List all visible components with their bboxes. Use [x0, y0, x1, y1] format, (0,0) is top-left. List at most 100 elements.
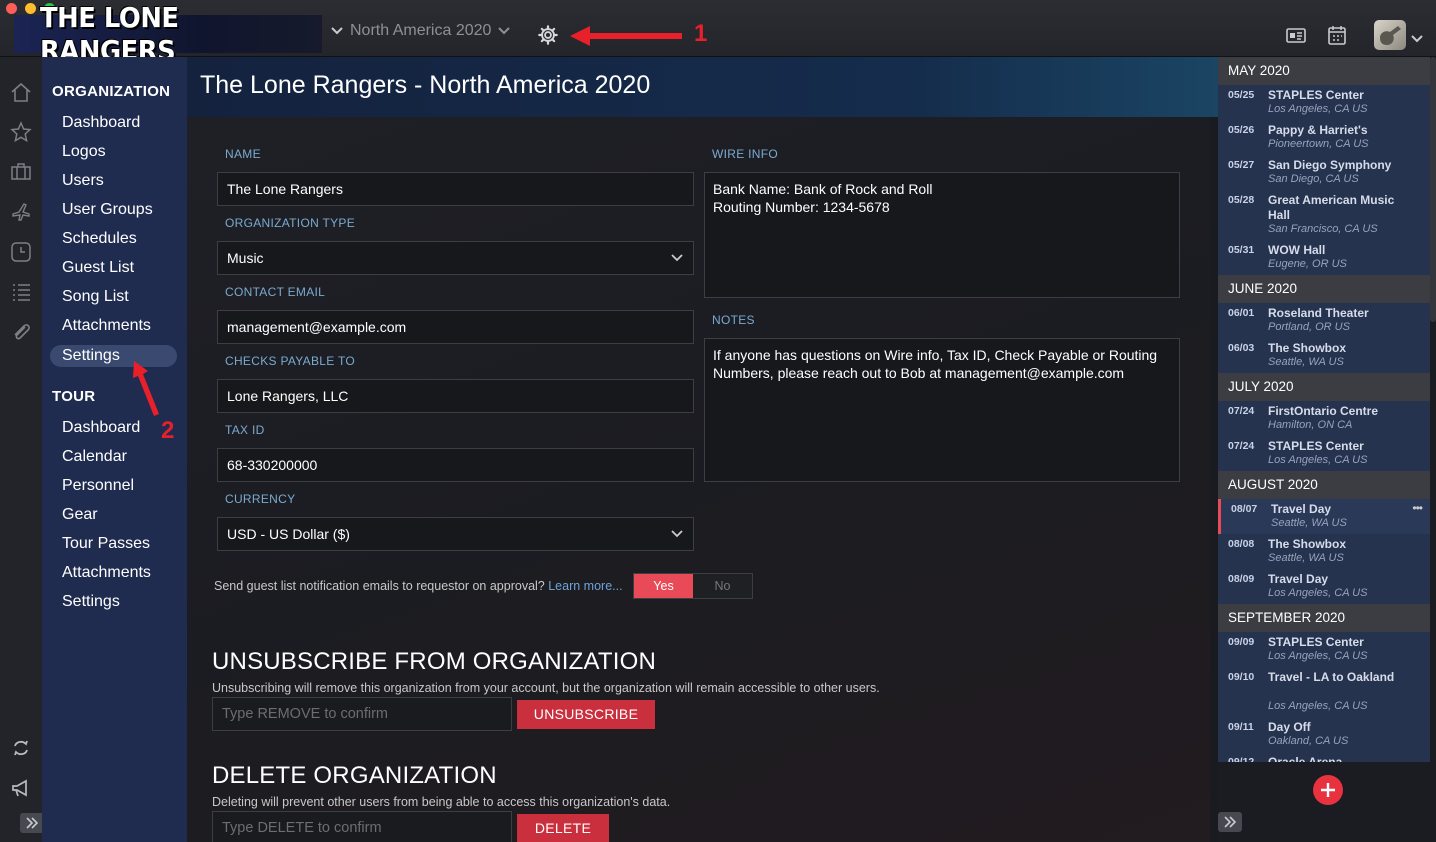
- toggle-yes-button[interactable]: Yes: [634, 574, 693, 598]
- nav-org-logos[interactable]: Logos: [62, 143, 106, 161]
- event-name: Roseland Theater: [1268, 306, 1369, 320]
- nav-org-schedules[interactable]: Schedules: [62, 230, 137, 248]
- add-event-button[interactable]: [1313, 775, 1343, 805]
- schedule-list: MAY 2020 05/25 STAPLES Center Los Angeles, …: [1218, 57, 1430, 762]
- nav-tour-settings[interactable]: Settings: [62, 593, 120, 611]
- event-date: 09/11: [1228, 721, 1254, 733]
- tour-selector-label: North America 2020: [350, 22, 492, 39]
- nav-org-users[interactable]: Users: [62, 172, 104, 190]
- nav-tour-personnel[interactable]: Personnel: [62, 477, 134, 495]
- close-window-button[interactable]: [6, 3, 17, 14]
- delete-button[interactable]: DELETE: [517, 814, 609, 842]
- nav-tour-passes[interactable]: Tour Passes: [62, 535, 150, 553]
- clock-icon[interactable]: [10, 241, 32, 263]
- schedule-event[interactable]: 09/09 STAPLES Center Los Angeles, CA US: [1218, 632, 1430, 667]
- currency-select[interactable]: USD - US Dollar ($): [217, 517, 694, 551]
- schedule-event[interactable]: 06/03 The Showbox Seattle, WA US: [1218, 338, 1430, 373]
- collapse-schedule-button[interactable]: [1218, 812, 1242, 832]
- unsubscribe-confirm-input[interactable]: Type REMOVE to confirm: [212, 697, 512, 731]
- tax-id-input[interactable]: 68-330200000: [217, 448, 694, 482]
- schedule-panel: MAY 2020 05/25 STAPLES Center Los Angeles, …: [1218, 57, 1436, 842]
- schedule-event[interactable]: 08/09 Travel Day Los Angeles, CA US: [1218, 569, 1430, 604]
- nav-org-user-groups[interactable]: User Groups: [62, 201, 153, 219]
- event-name: WOW Hall: [1268, 243, 1326, 257]
- schedule-event[interactable]: 09/10 Travel - LA to Oakland Los Angeles, …: [1218, 667, 1430, 717]
- schedule-event[interactable]: 05/27 San Diego Symphony San Diego, CA US: [1218, 155, 1430, 190]
- schedule-event[interactable]: 05/28 Great American Music Hall San Franci…: [1218, 190, 1430, 240]
- chevron-down-icon[interactable]: [1410, 34, 1424, 44]
- nav-tour-dashboard[interactable]: Dashboard: [62, 419, 140, 437]
- gear-icon[interactable]: [537, 24, 559, 46]
- nav-org-guest-list[interactable]: Guest List: [62, 259, 134, 277]
- page-title: The Lone Rangers - North America 2020: [200, 71, 651, 99]
- wire-info-textarea[interactable]: Bank Name: Bank of Rock and Roll Routing…: [704, 172, 1180, 298]
- organization-section-title: ORGANIZATION: [52, 83, 171, 100]
- schedule-event[interactable]: 07/24 STAPLES Center Los Angeles, CA US: [1218, 436, 1430, 471]
- tour-selector[interactable]: North America 2020: [330, 22, 511, 40]
- nav-org-dashboard[interactable]: Dashboard: [62, 114, 140, 132]
- delete-confirm-input[interactable]: Type DELETE to confirm: [212, 811, 512, 842]
- event-date: 08/09: [1228, 573, 1255, 585]
- schedule-event[interactable]: 08/08 The Showbox Seattle, WA US: [1218, 534, 1430, 569]
- event-location: Hamilton, ON CA: [1268, 419, 1353, 431]
- user-avatar[interactable]: [1374, 20, 1406, 50]
- schedule-event[interactable]: 07/24 FirstOntario Centre Hamilton, ON CA: [1218, 401, 1430, 436]
- briefcase-icon[interactable]: [10, 161, 32, 183]
- main-scrollbar[interactable]: [1210, 117, 1218, 842]
- event-date: 09/12: [1228, 756, 1255, 762]
- ellipsis-icon[interactable]: •••: [1412, 501, 1423, 515]
- schedule-event[interactable]: 05/26 Pappy & Harriet's Pioneertown, CA US: [1218, 120, 1430, 155]
- nav-tour-calendar[interactable]: Calendar: [62, 448, 127, 466]
- schedule-scrollbar[interactable]: [1430, 57, 1436, 322]
- schedule-event[interactable]: 05/31 WOW Hall Eugene, OR US: [1218, 240, 1430, 275]
- event-location: Portland, OR US: [1268, 321, 1350, 333]
- event-name: San Diego Symphony: [1268, 158, 1392, 172]
- list-icon[interactable]: [10, 281, 32, 303]
- event-location: Pioneertown, CA US: [1268, 138, 1369, 150]
- sync-icon[interactable]: [10, 737, 32, 759]
- notes-textarea[interactable]: If anyone has questions on Wire info, Ta…: [704, 338, 1180, 482]
- event-location: Los Angeles, CA US: [1268, 650, 1368, 662]
- megaphone-icon[interactable]: [10, 777, 32, 799]
- nav-org-song-list[interactable]: Song List: [62, 288, 129, 306]
- event-date: 07/24: [1228, 405, 1255, 417]
- schedule-event[interactable]: 09/11 Day Off Oakland, CA US: [1218, 717, 1430, 752]
- schedule-month-header: AUGUST 2020: [1218, 471, 1430, 499]
- event-location: San Francisco, CA US: [1268, 223, 1378, 235]
- nav-tour-attachments[interactable]: Attachments: [62, 564, 151, 582]
- airplane-icon[interactable]: [10, 201, 32, 223]
- double-chevron-right-icon: [26, 817, 39, 829]
- chevron-down-icon: [671, 530, 683, 538]
- annotation-arrow-1: 1: [568, 20, 708, 55]
- event-location: Los Angeles, CA US: [1268, 700, 1368, 712]
- checks-input[interactable]: Lone Rangers, LLC: [217, 379, 694, 413]
- home-icon[interactable]: [10, 81, 32, 103]
- schedule-event[interactable]: 05/25 STAPLES Center Los Angeles, CA US: [1218, 85, 1430, 120]
- star-icon[interactable]: [10, 121, 32, 143]
- collapse-sidebar-button[interactable]: [20, 813, 44, 833]
- unsubscribe-button[interactable]: UNSUBSCRIBE: [517, 700, 655, 729]
- minimize-window-button[interactable]: [25, 3, 36, 14]
- learn-more-link[interactable]: Learn more...: [548, 579, 622, 593]
- schedule-event[interactable]: 08/07 Travel Day Seattle, WA US •••: [1218, 499, 1430, 534]
- event-date: 06/03: [1228, 342, 1255, 354]
- email-input[interactable]: management@example.com: [217, 310, 694, 344]
- calendar-icon[interactable]: [1328, 25, 1346, 45]
- event-name: FirstOntario Centre: [1268, 404, 1379, 418]
- name-input[interactable]: The Lone Rangers: [217, 172, 694, 206]
- event-name: Travel Day: [1268, 572, 1329, 586]
- schedule-event[interactable]: 06/01 Roseland Theater Portland, OR US: [1218, 303, 1430, 338]
- org-logo[interactable]: THE LONE RANGERS: [14, 1, 322, 67]
- paperclip-icon[interactable]: [10, 321, 32, 343]
- nav-tour-gear[interactable]: Gear: [62, 506, 98, 524]
- event-name: The Showbox: [1268, 341, 1346, 355]
- schedule-event[interactable]: 09/12Oracle ArenaOakland, CA US: [1218, 752, 1430, 762]
- org-type-select[interactable]: Music: [217, 241, 694, 275]
- nav-org-attachments[interactable]: Attachments: [62, 317, 151, 335]
- toggle-no-button[interactable]: No: [693, 574, 752, 598]
- chevron-down-icon: [498, 27, 511, 35]
- contact-card-icon[interactable]: [1286, 28, 1306, 43]
- unsubscribe-heading: UNSUBSCRIBE FROM ORGANIZATION: [212, 648, 657, 675]
- nav-sidebar: ORGANIZATION Dashboard Logos Users User …: [42, 57, 187, 842]
- schedule-month-header: MAY 2020: [1218, 57, 1430, 85]
